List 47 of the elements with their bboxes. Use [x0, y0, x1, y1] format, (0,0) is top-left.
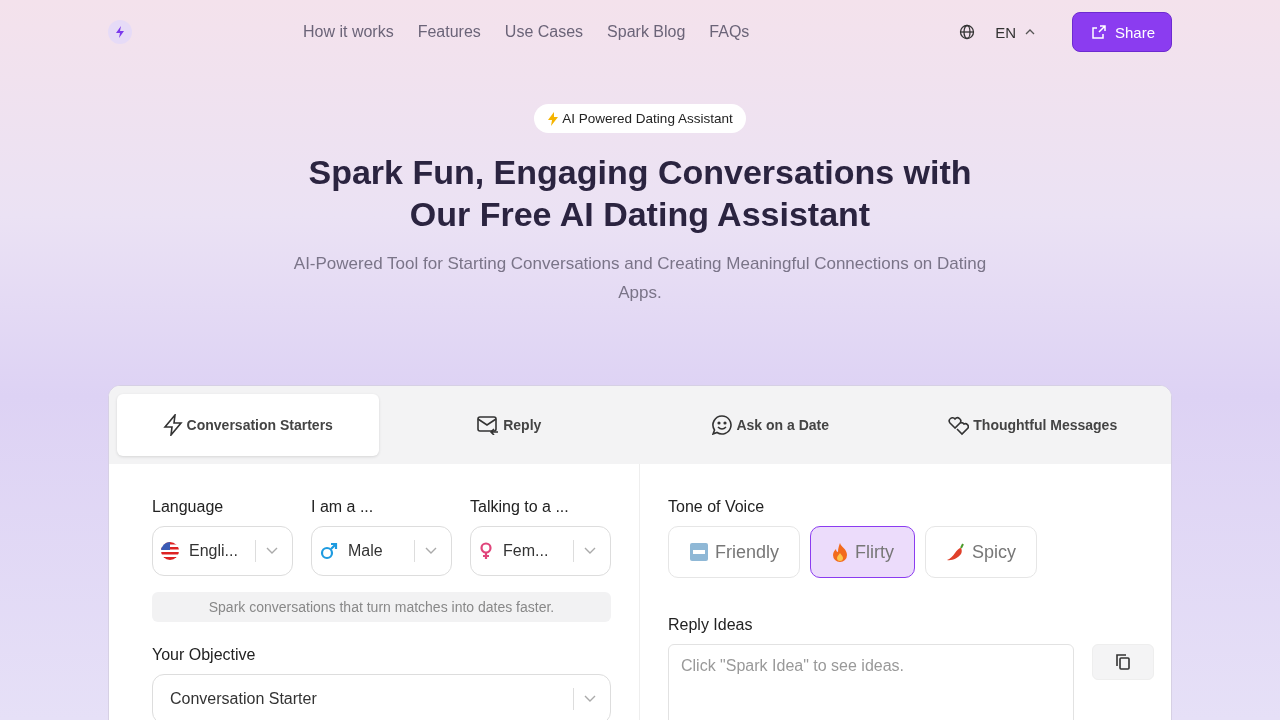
mail-reply-icon: [477, 415, 500, 435]
field-label: Your Objective: [152, 646, 257, 664]
chevron-down-icon: [584, 695, 596, 703]
lightning-icon: [162, 414, 183, 436]
reply-ideas-field[interactable]: Click "Spark Idea" to see ideas.: [668, 644, 1074, 720]
external-link-icon: [1090, 24, 1107, 40]
nav-link[interactable]: Features: [417, 23, 481, 41]
nav-link[interactable]: FAQs: [709, 23, 750, 41]
select-field[interactable]: Male: [311, 526, 452, 576]
copy-button[interactable]: [1092, 644, 1154, 680]
field-label: Language: [152, 498, 225, 516]
nav-link[interactable]: Use Cases: [504, 23, 584, 41]
tab[interactable]: Ask on a Date: [640, 394, 902, 456]
flag-icon: [161, 542, 179, 560]
field-label: Tone of Voice: [668, 498, 766, 516]
chevron-down-icon: [584, 547, 596, 555]
share-button[interactable]: Share: [1071, 12, 1172, 52]
nav-link[interactable]: How it works: [303, 23, 394, 41]
nav-link[interactable]: Spark Blog: [607, 23, 686, 41]
tab[interactable]: Conversation Starters: [117, 394, 379, 456]
tone-option[interactable]: Friendly: [668, 526, 801, 578]
chevron-up-icon: [1023, 28, 1036, 36]
hero-badge: AI Powered Dating Assistant: [534, 104, 746, 133]
chevron-down-icon: [266, 547, 278, 555]
female-icon: [479, 542, 493, 560]
hero-subtitle: AI-Powered Tool for Starting Conversations and Creating Meaningful Connections on Dating Apps.: [292, 253, 988, 304]
globe-icon[interactable]: [959, 24, 976, 40]
tab[interactable]: Reply: [378, 394, 640, 456]
copy-icon: [1115, 653, 1131, 671]
hint-text: Spark conversations that turn matches into dates faster.: [152, 592, 611, 622]
male-icon: [320, 542, 338, 560]
field-label: I am a ...: [311, 498, 375, 516]
tab[interactable]: Thoughtful Messages: [901, 394, 1163, 456]
hearts-icon: [947, 414, 970, 436]
select-field[interactable]: Fem...: [470, 526, 611, 576]
pepper-icon: [946, 542, 967, 562]
field-label: Talking to a ...: [470, 498, 570, 516]
tone-option[interactable]: Spicy: [925, 526, 1038, 578]
chevron-down-icon: [425, 547, 437, 555]
select-field[interactable]: Engli...: [152, 526, 293, 576]
chat-smile-icon: [712, 415, 733, 435]
fire-icon: [831, 542, 850, 562]
language-selector[interactable]: EN: [989, 22, 1042, 42]
cool-icon: [689, 542, 709, 562]
logo-icon[interactable]: [108, 20, 132, 44]
hero-title: Spark Fun, Engaging Conversations with Our Free AI Dating Assistant: [308, 152, 972, 235]
field-label: Reply Ideas: [668, 616, 754, 634]
